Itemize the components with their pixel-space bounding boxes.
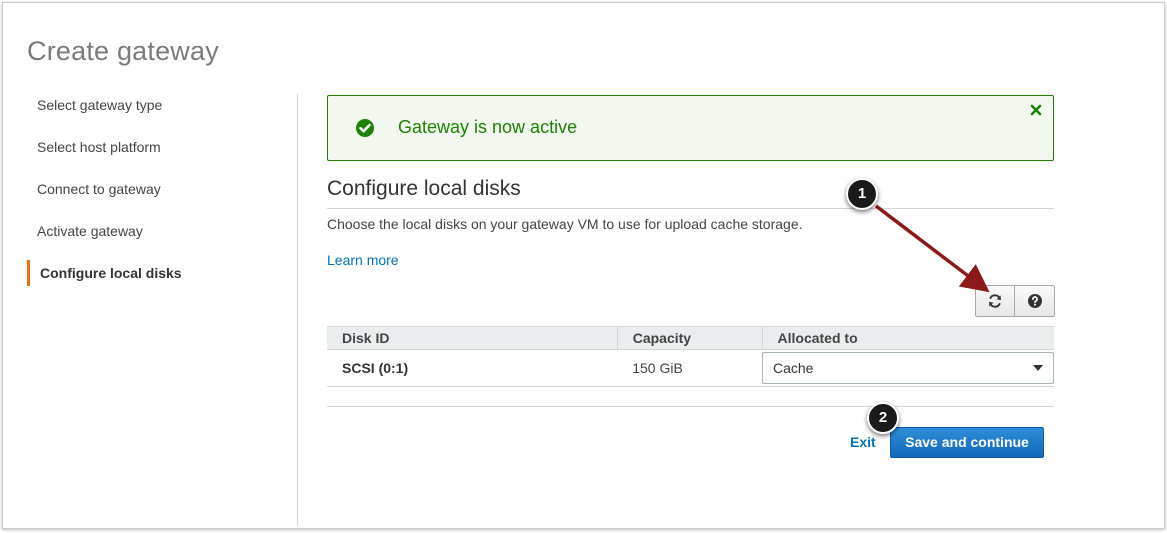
section-title: Configure local disks [327,177,521,200]
sidebar-step-select-gateway-type[interactable]: Select gateway type [27,92,287,134]
column-header-capacity: Capacity [616,326,762,350]
sidebar-step-connect-to-gateway[interactable]: Connect to gateway [27,176,287,218]
exit-link[interactable]: Exit [850,434,876,450]
sidebar-step-activate-gateway[interactable]: Activate gateway [27,218,287,260]
wizard-steps-sidebar: Select gateway type Select host platform… [27,92,287,302]
disk-id-cell: SCSI (0:1) [327,349,618,387]
annotation-callout-1: 1 [846,178,878,210]
footer-divider [327,406,1054,407]
capacity-cell: 150 GiB [617,349,762,387]
allocated-to-value: Cache [773,360,814,376]
sidebar-step-select-host-platform[interactable]: Select host platform [27,134,287,176]
refresh-icon [989,294,1001,308]
save-and-continue-button[interactable]: Save and continue [890,427,1044,458]
chevron-down-icon [1033,365,1043,371]
section-title-divider [327,208,1054,209]
column-header-allocated-to: Allocated to [761,326,1054,350]
learn-more-link[interactable]: Learn more [327,252,399,268]
help-button[interactable] [1015,285,1055,317]
allocated-to-cell: Cache [762,349,1054,387]
column-header-disk-id: Disk ID [327,326,618,350]
table-toolbar [975,285,1055,317]
local-disks-table: Disk ID Capacity Allocated to SCSI (0:1)… [327,326,1054,387]
sidebar-divider [297,94,298,526]
table-header-row: Disk ID Capacity Allocated to [327,326,1054,350]
help-icon [1027,294,1042,308]
allocated-to-select[interactable]: Cache [762,352,1054,384]
annotation-callout-2: 2 [867,402,899,434]
alert-message: Gateway is now active [398,117,578,137]
refresh-button[interactable] [975,285,1015,317]
sidebar-step-configure-local-disks[interactable]: Configure local disks [27,260,287,302]
close-icon[interactable] [1028,102,1044,118]
page-title: Create gateway [27,36,219,66]
section-description: Choose the local disks on your gateway V… [327,216,803,232]
success-alert: Gateway is now active [327,95,1054,161]
check-circle-icon [356,119,374,137]
table-row: SCSI (0:1) 150 GiB Cache [327,349,1054,387]
